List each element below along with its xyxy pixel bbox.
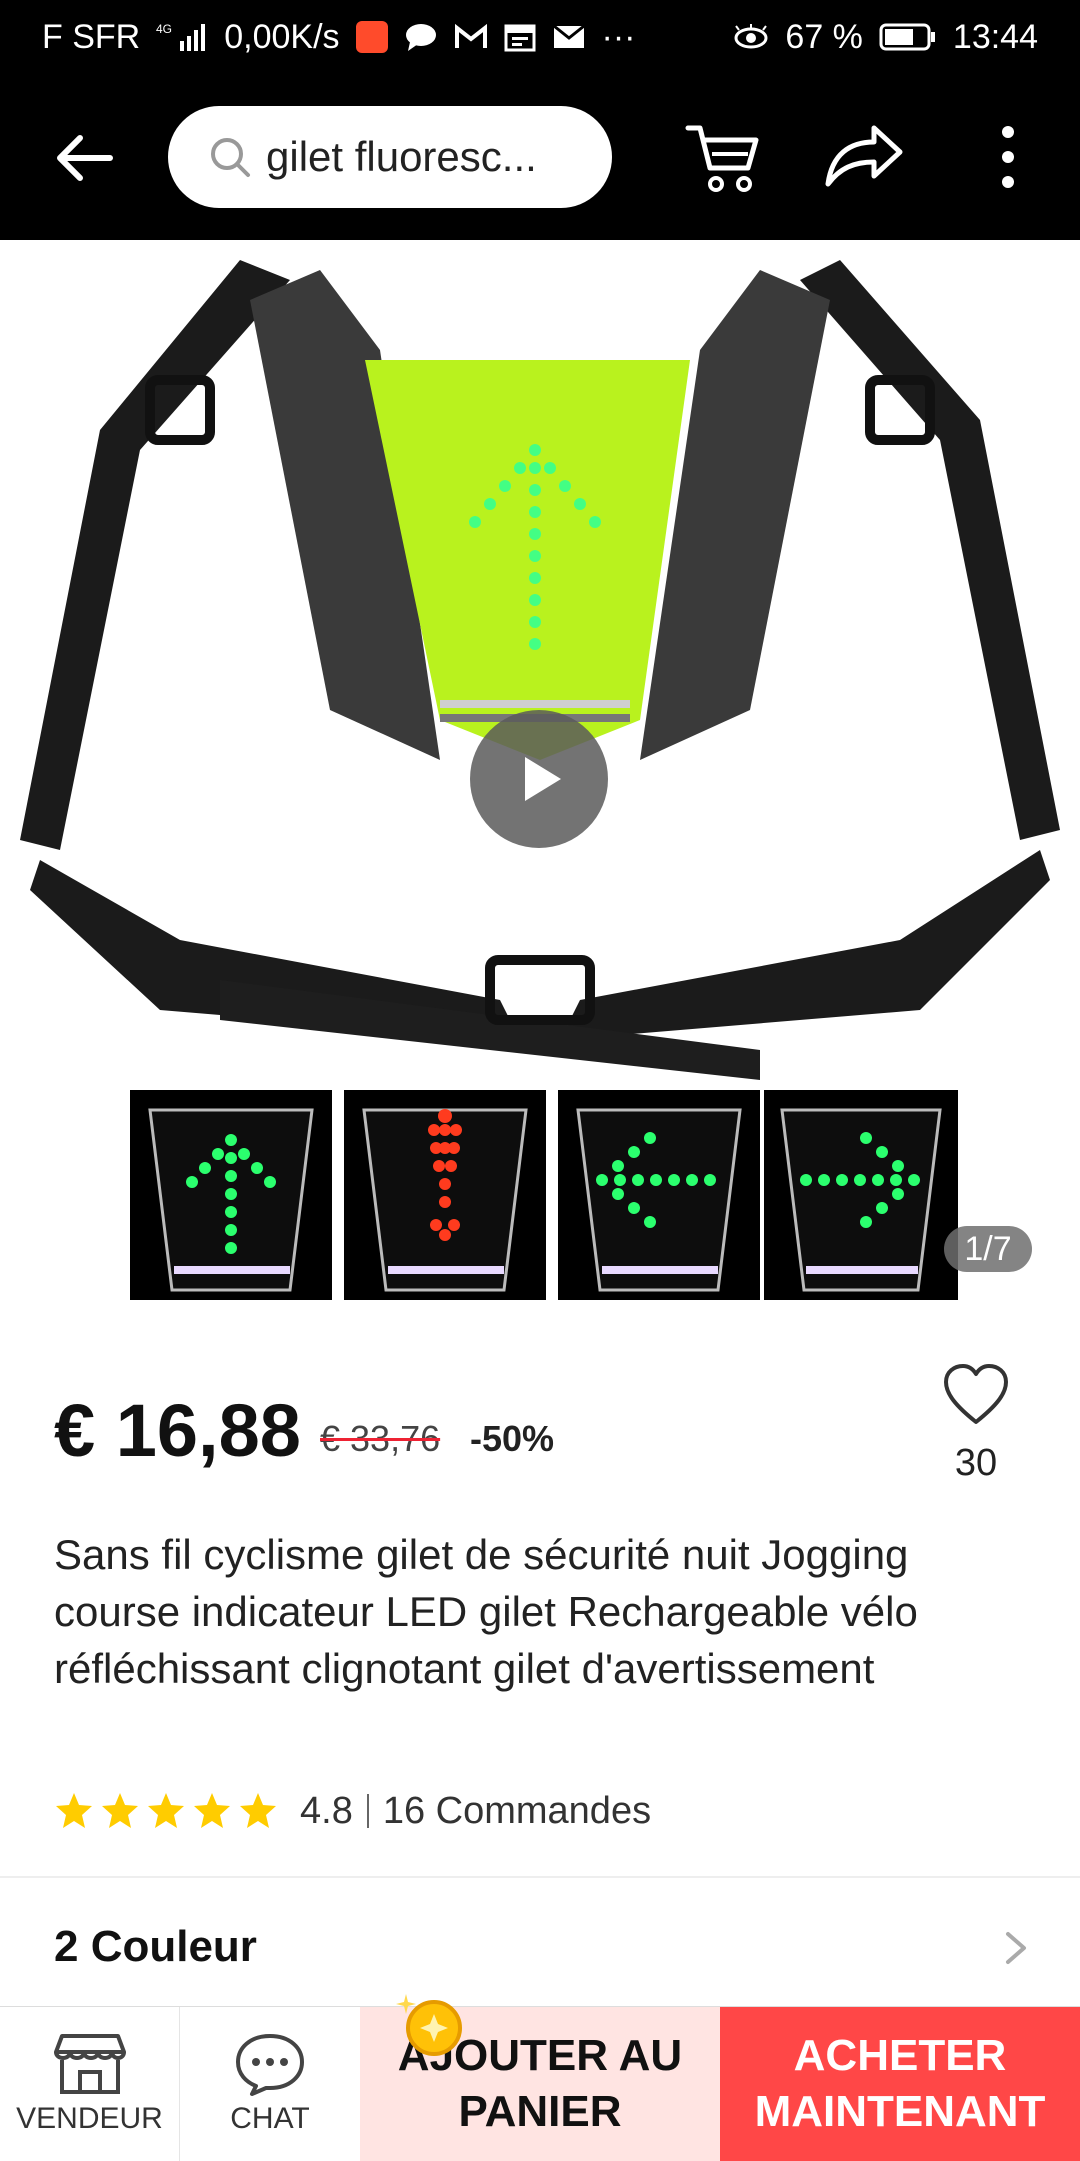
add-to-cart-label: AJOUTER AU PANIER: [397, 2031, 683, 2136]
thumbnail-2[interactable]: [344, 1090, 546, 1300]
star-icon: [148, 1793, 184, 1828]
signal-icon: 4G: [156, 21, 208, 53]
app-bar: gilet fluoresc...: [0, 74, 1080, 240]
star-icon: [194, 1793, 230, 1828]
product-main-image[interactable]: [0, 240, 1080, 1090]
buy-now-label: ACHETER MAINTENANT: [754, 2031, 1046, 2136]
led-vest-image: [20, 260, 1060, 1080]
arrow-left-thumbnail: [558, 1090, 760, 1300]
color-count-label: 2 Couleur: [54, 1922, 257, 1971]
product-title: Sans fil cyclisme gilet de sécurité nuit…: [54, 1531, 918, 1692]
carrier-label: F SFR: [42, 17, 141, 56]
back-button[interactable]: [52, 126, 116, 190]
heart-icon: [944, 1364, 1008, 1424]
section-divider: [0, 1876, 1080, 1878]
thumbnail-3[interactable]: [558, 1090, 760, 1300]
arrow-up-thumbnail: [130, 1090, 332, 1300]
vendor-button[interactable]: VENDEUR: [0, 2007, 180, 2161]
star-icon: [240, 1793, 276, 1828]
more-notifications-icon: ···: [601, 17, 636, 56]
calendar-icon: [504, 22, 536, 52]
rating-value: 4.8: [300, 1789, 353, 1832]
star-icon: [56, 1793, 92, 1828]
chevron-right-icon: [1006, 1932, 1026, 1964]
search-input[interactable]: gilet fluoresc...: [168, 106, 612, 208]
arrow-right-thumbnail: [764, 1090, 958, 1300]
star-icon: [102, 1793, 138, 1828]
orders-count: 16 Commandes: [382, 1789, 652, 1832]
search-query: gilet fluoresc...: [266, 133, 537, 180]
original-price: € 33,76: [320, 1418, 441, 1459]
eye-comfort-icon: [733, 24, 769, 50]
color-selector[interactable]: 2 Couleur: [0, 1910, 1080, 1984]
add-to-cart-button[interactable]: AJOUTER AU PANIER: [360, 2007, 720, 2161]
search-icon: [211, 138, 250, 177]
chat-bubble-icon: [236, 2034, 304, 2096]
image-page-indicator: 1/7: [944, 1226, 1032, 1272]
share-button[interactable]: [822, 120, 904, 192]
exclamation-thumbnail: [344, 1090, 546, 1300]
clock: 13:44: [952, 17, 1038, 56]
play-video-button[interactable]: [470, 710, 608, 848]
current-price: € 16,88: [54, 1389, 301, 1472]
status-right: 67 % 13:44: [733, 18, 1038, 57]
chat-button[interactable]: CHAT: [180, 2007, 360, 2161]
battery-icon: [879, 22, 937, 52]
arrow-left-icon: [57, 135, 113, 181]
wishlist-count: 30: [954, 1442, 998, 1484]
mail-icon: [552, 23, 586, 51]
thumbnail-1[interactable]: [130, 1090, 332, 1300]
chat-label: CHAT: [230, 2102, 310, 2135]
message-bubble-icon: [404, 22, 438, 52]
shopping-cart-icon: [685, 125, 759, 192]
thumbnail-4[interactable]: [764, 1090, 958, 1300]
more-options-button[interactable]: [990, 114, 1026, 200]
status-left: F SFR 4G 0,00K/s ···: [42, 18, 636, 57]
cart-button[interactable]: [684, 118, 764, 198]
gmail-icon: [454, 23, 488, 51]
vertical-dots-icon: [1002, 126, 1014, 188]
svg-text:4G: 4G: [156, 22, 172, 36]
wishlist-button[interactable]: [942, 1362, 1010, 1428]
network-speed: 0,00K/s: [224, 17, 340, 56]
discount-badge: -50%: [470, 1418, 555, 1459]
aliexpress-notification-icon: [355, 21, 388, 53]
bottom-action-bar: VENDEUR CHAT AJOUTER AU PANIER ACHETER M…: [0, 2006, 1080, 2161]
rating-row[interactable]: 4.8 16 Commandes: [54, 1786, 651, 1836]
buy-now-button[interactable]: ACHETER MAINTENANT: [720, 2007, 1080, 2161]
divider-bar: [366, 1794, 369, 1828]
vendor-label: VENDEUR: [16, 2102, 163, 2135]
status-bar: F SFR 4G 0,00K/s ··· 67 % 13:44: [0, 0, 1080, 74]
star-rating: [54, 1791, 278, 1831]
store-icon: [53, 2034, 126, 2094]
play-icon: [525, 757, 561, 801]
share-arrow-icon: [825, 125, 903, 187]
battery-percent: 67 %: [785, 17, 863, 56]
